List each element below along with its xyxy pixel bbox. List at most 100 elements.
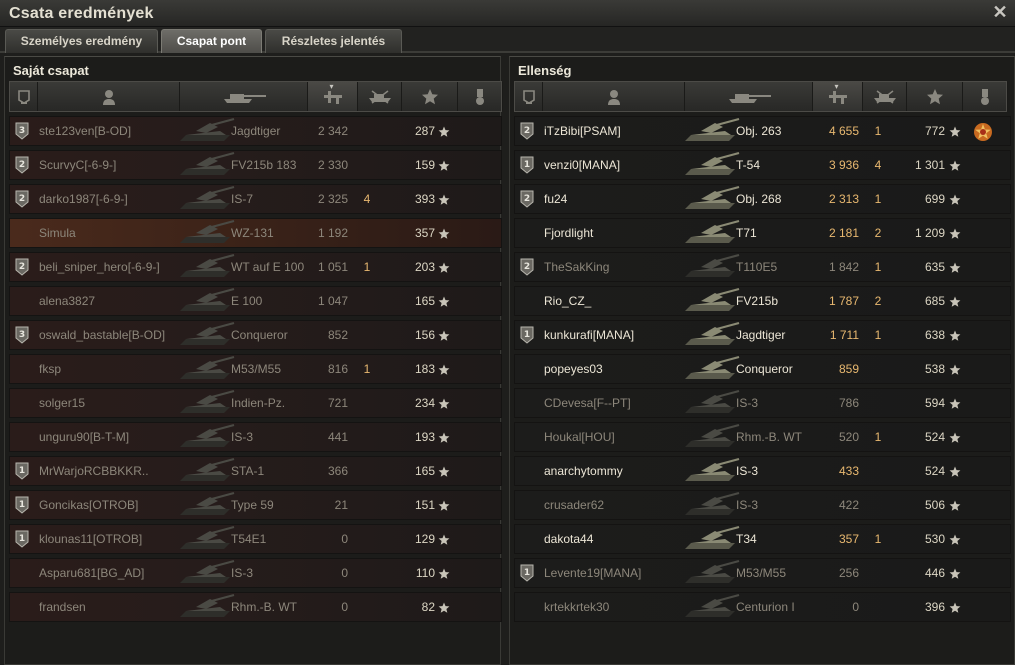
rank-badge-icon: 1 [520, 156, 534, 174]
player-row[interactable]: fksp M53/M55 816 1 183 [9, 354, 502, 384]
player-row[interactable]: unguru90[B-T-M] IS-3 441 193 [9, 422, 502, 452]
player-row[interactable]: 2 ScurvyC[-6-9-] FV215b 183 2 330 159 [9, 150, 502, 180]
vehicle-name: M53/M55 [231, 362, 282, 376]
damage-value: 2 330 [317, 158, 348, 172]
player-row[interactable]: dakota44 T34 357 1 530 [514, 524, 1011, 554]
kills-value [352, 423, 382, 451]
kills-value: 1 [363, 362, 371, 376]
player-row[interactable]: solger15 Indien-Pz. 721 234 [9, 388, 502, 418]
player-row[interactable]: Simula WZ-131 1 192 357 [9, 218, 502, 248]
close-button[interactable]: ✕ [991, 3, 1009, 21]
own-team-list: 3 ste123ven[B-OD] Jagdtiger 2 342 287 2 Scurvy… [9, 116, 502, 626]
tank-icon [176, 389, 236, 417]
clan-column-header[interactable] [10, 82, 38, 111]
player-row[interactable]: 1 MrWarjoRCBBKKR.. STA-1 366 165 [9, 456, 502, 486]
medal-icon[interactable] [972, 121, 994, 143]
star-icon [949, 159, 961, 171]
player-row[interactable]: 3 ste123ven[B-OD] Jagdtiger 2 342 287 [9, 116, 502, 146]
damage-value: 786 [838, 396, 859, 410]
experience-column-header[interactable] [907, 82, 963, 111]
player-row[interactable]: Houkal[HOU] Rhm.-B. WT 520 1 524 [514, 422, 1011, 452]
player-row[interactable]: Fjordlight T71 2 181 2 1 209 [514, 218, 1011, 248]
vehicle-name: Jagdtiger [736, 328, 786, 342]
kills-column-header[interactable] [358, 82, 402, 111]
vehicle-name: T54E1 [231, 532, 267, 546]
kills-value [352, 151, 382, 179]
vehicle-name: T-54 [736, 158, 761, 172]
player-row[interactable]: 1 venzi0[MANA] T-54 3 936 4 1 301 [514, 150, 1011, 180]
tab-detailed-report[interactable]: Részletes jelentés [265, 29, 402, 53]
player-row[interactable]: anarchytommy IS-3 433 524 [514, 456, 1011, 486]
experience-column-header[interactable] [402, 82, 458, 111]
kills-value [863, 491, 893, 519]
damage-value: 422 [838, 498, 859, 512]
player-row[interactable]: 1 klounas11[OTROB] T54E1 0 129 [9, 524, 502, 554]
svg-text:1: 1 [524, 330, 530, 340]
rank-badge-icon: 3 [15, 122, 29, 140]
player-row[interactable]: Asparu681[BG_AD] IS-3 0 110 [9, 558, 502, 588]
own-team-column-header: ▾ [9, 81, 503, 112]
tank-icon [176, 491, 236, 519]
experience-value: 396 [924, 600, 945, 614]
player-row[interactable]: alena3827 E 100 1 047 165 [9, 286, 502, 316]
damage-value: 441 [327, 430, 348, 444]
rank-badge-icon: 3 [15, 326, 29, 344]
player-column-header[interactable] [543, 82, 685, 111]
tank-icon [681, 185, 741, 213]
vehicle-name: IS-3 [736, 396, 759, 410]
player-row[interactable]: krtekkrtek30 Centurion I 0 396 [514, 592, 1011, 622]
tank-icon [176, 457, 236, 485]
vehicle-name: T71 [736, 226, 757, 240]
damage-value: 1 047 [317, 294, 348, 308]
medals-column-header[interactable] [458, 82, 503, 111]
player-row[interactable]: 2 iTzBibi[PSAM] Obj. 263 4 655 1 772 [514, 116, 1011, 146]
player-row[interactable]: CDevesa[F--PT] IS-3 786 594 [514, 388, 1011, 418]
medals-column-header[interactable] [963, 82, 1008, 111]
tab-personal-results[interactable]: Személyes eredmény [5, 29, 158, 53]
player-row[interactable]: 1 Goncikas[OTROB] Type 59 21 151 [9, 490, 502, 520]
svg-text:1: 1 [524, 160, 530, 170]
damage-value: 2 342 [317, 124, 348, 138]
star-icon [949, 261, 961, 273]
player-row[interactable]: 1 Levente19[MANA] M53/M55 256 446 [514, 558, 1011, 588]
experience-value: 156 [414, 328, 435, 342]
player-name: dakota44 [544, 532, 594, 546]
player-icon [102, 89, 116, 105]
sort-desc-icon: ▾ [834, 82, 839, 91]
player-row[interactable]: 1 kunkurafi[MANA] Jagdtiger 1 711 1 638 [514, 320, 1011, 350]
damage-column-header[interactable]: ▾ [813, 82, 863, 111]
kills-column-header[interactable] [863, 82, 907, 111]
kills-value [352, 287, 382, 315]
vehicle-column-header[interactable] [180, 82, 308, 111]
player-row[interactable]: frandsen Rhm.-B. WT 0 82 [9, 592, 502, 622]
tab-team-score[interactable]: Csapat pont [161, 29, 262, 53]
player-name: kunkurafi[MANA] [544, 328, 635, 342]
experience-value: 165 [414, 294, 435, 308]
vehicle-column-header[interactable] [685, 82, 813, 111]
player-row[interactable]: 2 beli_sniper_hero[-6-9-] WT auf E 100 1 05… [9, 252, 502, 282]
player-row[interactable]: popeyes03 Conqueror 859 538 [514, 354, 1011, 384]
player-row[interactable]: crusader62 IS-3 422 506 [514, 490, 1011, 520]
player-row[interactable]: 2 fu24 Obj. 268 2 313 1 699 [514, 184, 1011, 214]
vehicle-name: IS-3 [736, 464, 759, 478]
star-icon [438, 193, 450, 205]
vehicle-name: Jagdtiger [231, 124, 281, 138]
kills-value [863, 355, 893, 383]
tank-icon [681, 219, 741, 247]
player-row[interactable]: Rio_CZ_ FV215b 1 787 2 685 [514, 286, 1011, 316]
player-row[interactable]: 2 TheSakKing T110E5 1 842 1 635 [514, 252, 1011, 282]
player-name: ScurvyC[-6-9-] [39, 158, 117, 172]
kills-value [352, 491, 382, 519]
clan-column-header[interactable] [515, 82, 543, 111]
player-name: crusader62 [544, 498, 605, 512]
player-row[interactable]: 3 oswald_bastable[B-OD] Conqueror 852 156 [9, 320, 502, 350]
rank-badge-icon: 1 [520, 564, 534, 582]
player-row[interactable]: 2 darko1987[-6-9-] IS-7 2 325 4 393 [9, 184, 502, 214]
tank-icon [681, 423, 741, 451]
kills-value [352, 389, 382, 417]
player-column-header[interactable] [38, 82, 180, 111]
vehicle-name: IS-3 [231, 430, 254, 444]
damage-column-header[interactable]: ▾ [308, 82, 358, 111]
star-icon [438, 601, 450, 613]
star-icon [438, 261, 450, 273]
